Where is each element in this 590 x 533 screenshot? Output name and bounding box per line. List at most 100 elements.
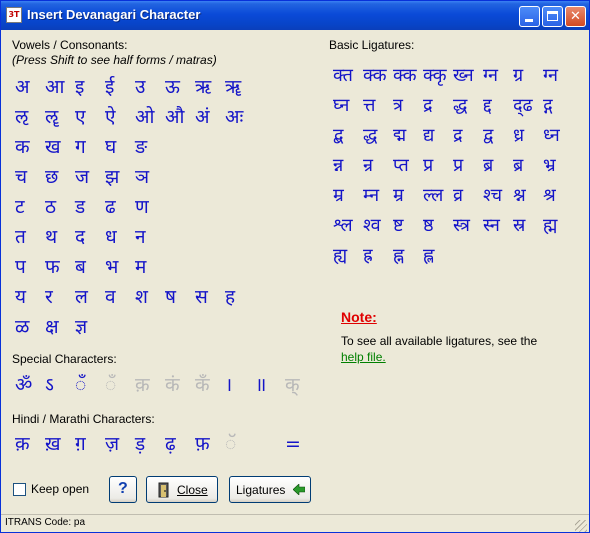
ligature-char-button[interactable]: म्न — [363, 182, 391, 210]
devanagari-char-button[interactable]: घ — [105, 133, 135, 161]
maximize-button[interactable] — [542, 6, 563, 27]
ligature-char-button[interactable]: ब्र — [513, 152, 541, 180]
hindi-char-button[interactable]: ढ़ — [165, 430, 195, 458]
ligature-char-button[interactable]: द्ध — [363, 122, 391, 150]
devanagari-char-button[interactable]: उ — [135, 73, 165, 101]
devanagari-char-button[interactable]: ए — [75, 103, 105, 131]
ligature-char-button[interactable]: द्द — [483, 92, 511, 120]
ligature-char-button[interactable]: प्र — [453, 152, 481, 180]
help-button[interactable]: ? — [109, 476, 137, 503]
devanagari-char-button[interactable]: अं — [195, 103, 225, 131]
ligature-char-button[interactable]: म्र — [333, 182, 361, 210]
devanagari-char-button[interactable]: ख — [45, 133, 75, 161]
ligature-char-button[interactable]: ह्य — [333, 242, 361, 270]
special-char-button[interactable]: क् — [285, 371, 315, 399]
ligature-char-button[interactable]: श्व — [363, 212, 391, 240]
devanagari-char-button[interactable]: ऌ — [15, 103, 45, 131]
devanagari-char-button[interactable]: ॡ — [45, 103, 75, 131]
hindi-char-button[interactable]: ड़ — [135, 430, 165, 458]
devanagari-char-button[interactable]: म — [135, 253, 165, 281]
ligature-char-button[interactable]: ग्न — [483, 62, 511, 90]
devanagari-char-button[interactable]: ऊ — [165, 73, 195, 101]
ligature-char-button[interactable]: ह्न — [393, 242, 421, 270]
devanagari-char-button[interactable]: र — [45, 283, 75, 311]
ligature-char-button[interactable]: ष्ठ — [423, 212, 451, 240]
devanagari-char-button[interactable]: थ — [45, 223, 75, 251]
hindi-char-button[interactable]: ॅ — [225, 430, 255, 458]
devanagari-char-button[interactable]: ण — [135, 193, 165, 221]
devanagari-char-button[interactable]: ठ — [45, 193, 75, 221]
ligature-char-button[interactable]: प्त — [393, 152, 421, 180]
ligature-char-button[interactable]: ब्र — [483, 152, 511, 180]
devanagari-char-button[interactable]: न — [135, 223, 165, 251]
special-char-button[interactable]: ँ — [105, 371, 135, 399]
devanagari-char-button[interactable]: ट — [15, 193, 45, 221]
devanagari-char-button[interactable]: द — [75, 223, 105, 251]
hindi-char-button[interactable]: ख़ — [45, 430, 75, 458]
devanagari-char-button[interactable]: छ — [45, 163, 75, 191]
ligature-char-button[interactable]: ग्न — [543, 62, 571, 90]
devanagari-char-button[interactable]: ओ — [135, 103, 165, 131]
devanagari-char-button[interactable]: भ — [105, 253, 135, 281]
devanagari-char-button[interactable]: क — [15, 133, 45, 161]
keep-open-label[interactable]: Keep open — [31, 482, 89, 496]
devanagari-char-button[interactable]: ढ — [105, 193, 135, 221]
ligature-char-button[interactable]: त्त — [363, 92, 391, 120]
devanagari-char-button[interactable]: ळ — [15, 313, 45, 341]
devanagari-char-button[interactable]: प — [15, 253, 45, 281]
hindi-char-button[interactable] — [255, 430, 285, 458]
special-char-button[interactable]: कं — [165, 371, 195, 399]
ligature-char-button[interactable]: क्क — [393, 62, 421, 90]
ligature-char-button[interactable]: ह्म — [543, 212, 571, 240]
ligature-char-button[interactable]: ह्ल — [423, 242, 451, 270]
hindi-char-button[interactable]: ग़ — [75, 430, 105, 458]
devanagari-char-button[interactable]: अ — [15, 73, 45, 101]
devanagari-char-button[interactable]: त — [15, 223, 45, 251]
ligature-char-button[interactable]: श्ल — [333, 212, 361, 240]
ligature-char-button[interactable]: ल्ल — [423, 182, 451, 210]
devanagari-char-button[interactable]: ॠ — [225, 73, 255, 101]
ligature-char-button[interactable]: म्र — [393, 182, 421, 210]
ligature-char-button[interactable]: श्र — [543, 182, 571, 210]
ligature-char-button[interactable]: ध्न — [543, 122, 571, 150]
devanagari-char-button[interactable]: य — [15, 283, 45, 311]
ligature-char-button[interactable]: ध्र — [513, 122, 541, 150]
close-window-button[interactable]: ✕ — [565, 6, 586, 27]
devanagari-char-button[interactable]: इ — [75, 73, 105, 101]
devanagari-char-button[interactable]: ज्ञ — [75, 313, 105, 341]
special-char-button[interactable]: ॐ — [15, 371, 45, 399]
ligature-char-button[interactable]: त्र — [393, 92, 421, 120]
ligature-char-button[interactable]: भ्र — [543, 152, 571, 180]
ligature-char-button[interactable]: द्ग — [543, 92, 571, 120]
ligature-char-button[interactable]: क्त — [333, 62, 361, 90]
devanagari-char-button[interactable]: आ — [45, 73, 75, 101]
hindi-char-button[interactable]: क़ — [15, 430, 45, 458]
devanagari-char-button[interactable]: च — [15, 163, 45, 191]
ligature-char-button[interactable]: स्त्र — [453, 212, 481, 240]
devanagari-char-button[interactable]: ष — [165, 283, 195, 311]
ligature-char-button[interactable]: ष्ट — [393, 212, 421, 240]
help-file-link[interactable]: help file. — [341, 350, 386, 364]
devanagari-char-button[interactable]: ङ — [135, 133, 165, 161]
devanagari-char-button[interactable]: ग — [75, 133, 105, 161]
ligature-char-button[interactable]: द्म — [393, 122, 421, 150]
ligature-char-button[interactable]: श्च — [483, 182, 511, 210]
devanagari-char-button[interactable]: ई — [105, 73, 135, 101]
ligature-char-button[interactable]: ग्र — [513, 62, 541, 90]
devanagari-char-button[interactable]: ध — [105, 223, 135, 251]
ligature-char-button[interactable]: द्ध — [453, 92, 481, 120]
devanagari-char-button[interactable]: झ — [105, 163, 135, 191]
devanagari-char-button[interactable]: फ — [45, 253, 75, 281]
ligature-char-button[interactable]: स्र — [513, 212, 541, 240]
devanagari-char-button[interactable]: क्ष — [45, 313, 75, 341]
ligatures-button[interactable]: Ligatures — [229, 476, 311, 503]
devanagari-char-button[interactable]: औ — [165, 103, 195, 131]
minimize-button[interactable] — [519, 6, 540, 27]
ligature-char-button[interactable]: ख्न — [453, 62, 481, 90]
keep-open-checkbox[interactable] — [13, 483, 26, 496]
hindi-char-button[interactable]: ज़ — [105, 430, 135, 458]
special-char-button[interactable]: ॥ — [255, 371, 285, 399]
hindi-char-button[interactable]: फ़ — [195, 430, 225, 458]
special-char-button[interactable]: क़ — [135, 371, 165, 399]
devanagari-char-button[interactable]: ब — [75, 253, 105, 281]
